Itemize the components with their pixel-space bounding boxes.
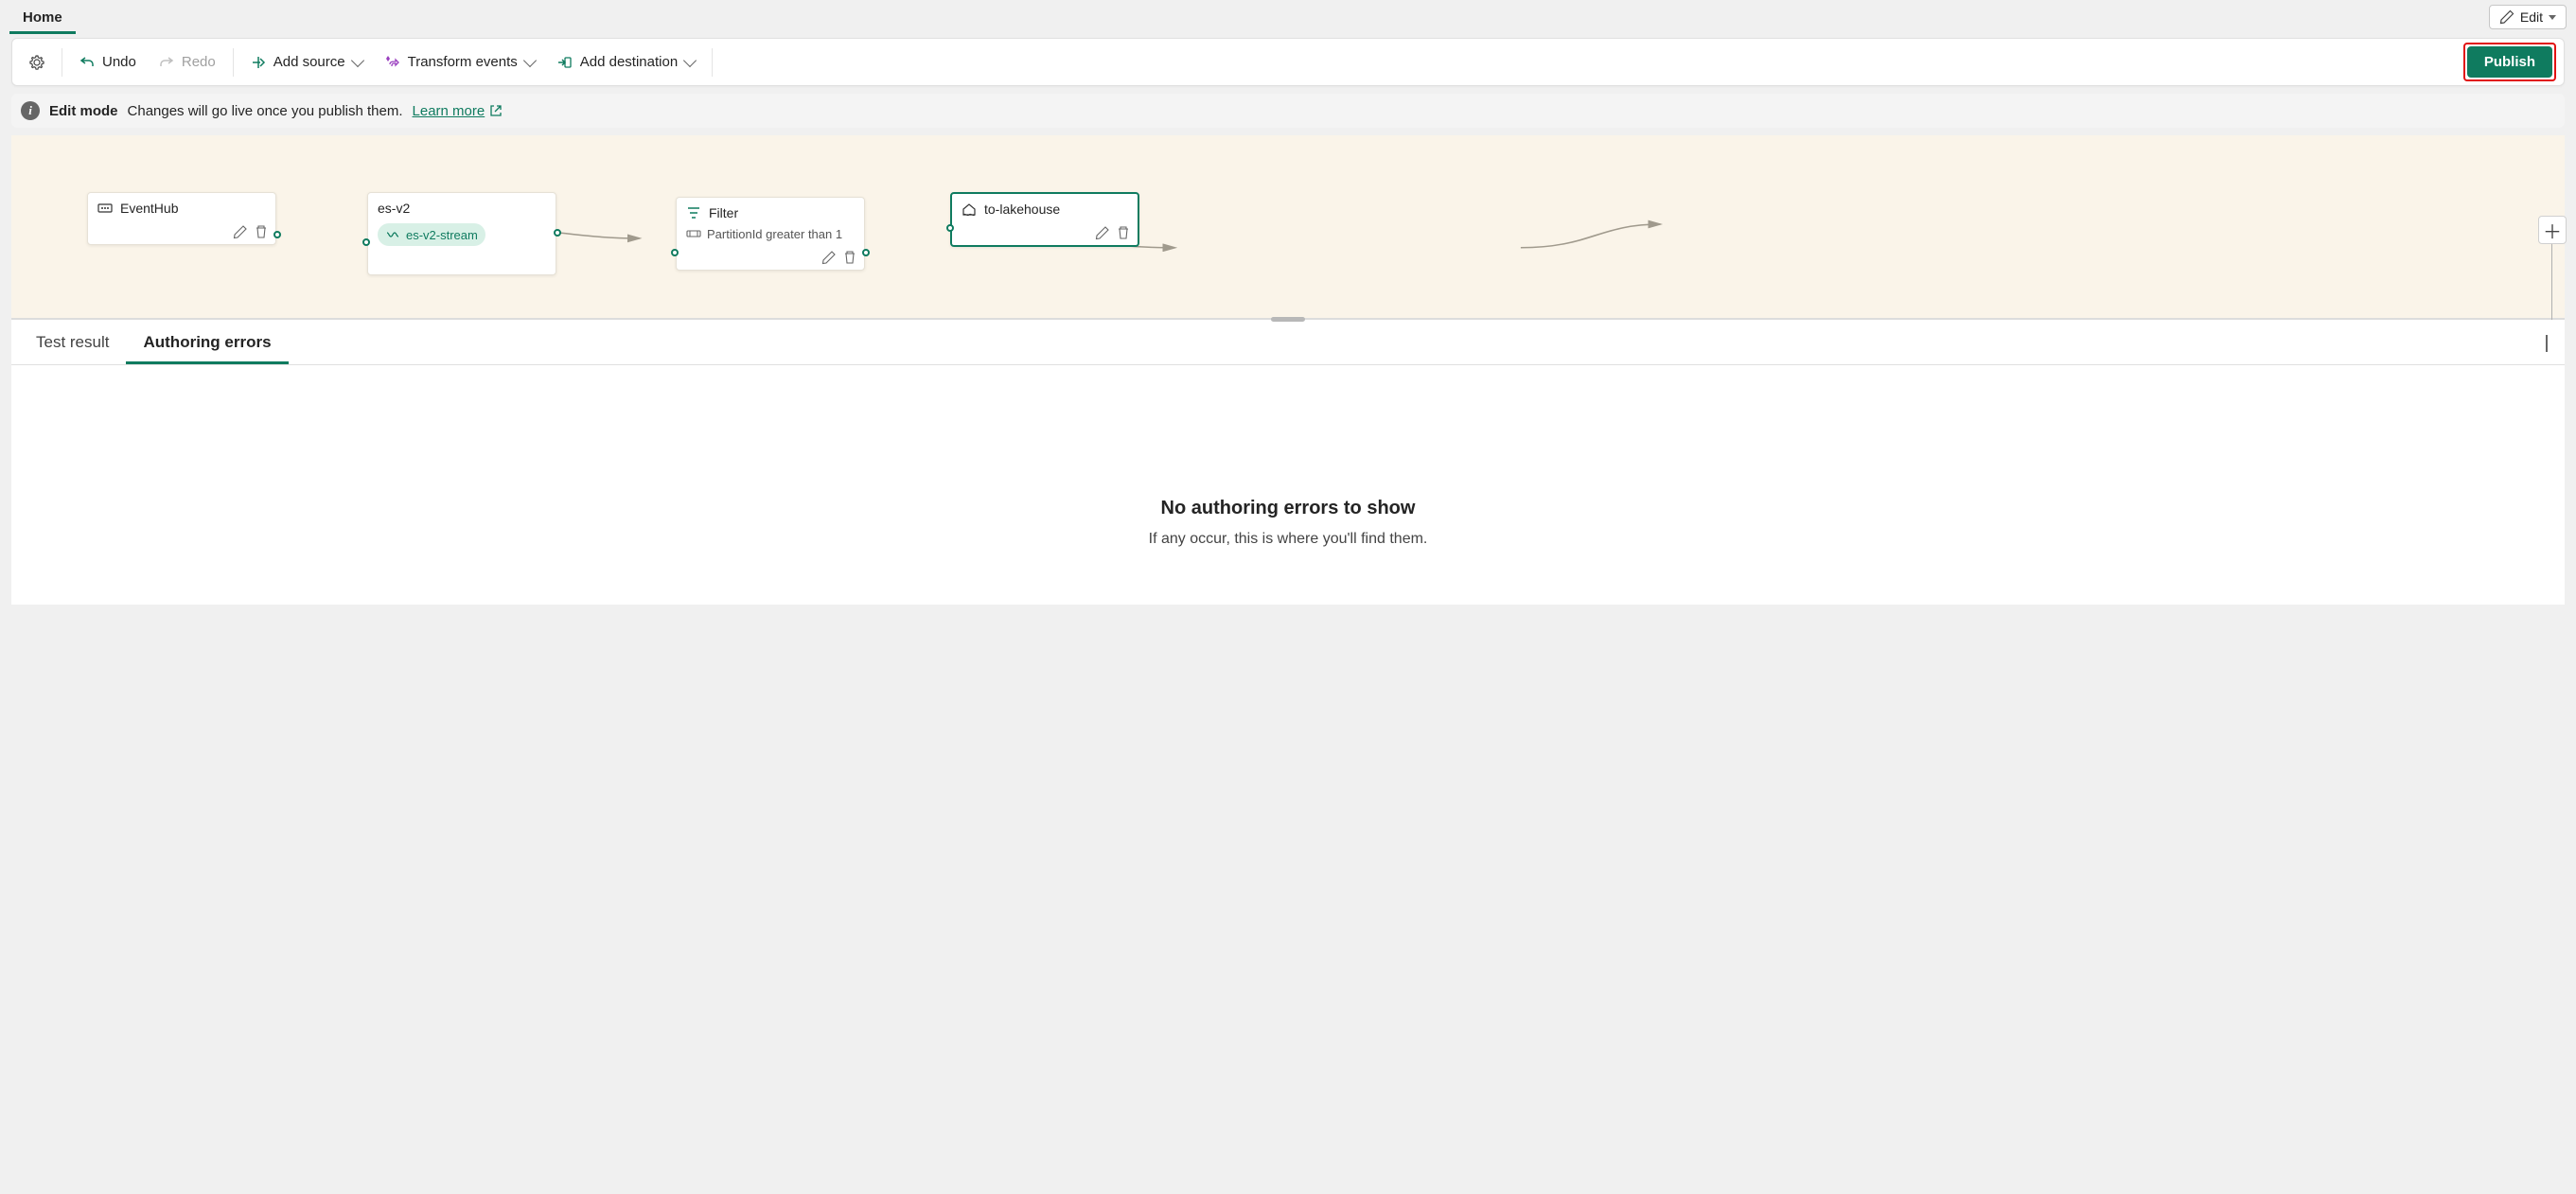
- publish-highlight: Publish: [2463, 43, 2556, 81]
- info-mode-label: Edit mode: [49, 103, 118, 119]
- empty-subtitle: If any occur, this is where you'll find …: [30, 531, 2546, 548]
- transform-events-button[interactable]: Transform events: [376, 48, 544, 76]
- undo-icon: [79, 55, 95, 70]
- learn-more-label: Learn more: [413, 103, 485, 119]
- stream-icon: [385, 227, 400, 242]
- info-icon: i: [21, 101, 40, 120]
- undo-label: Undo: [102, 54, 136, 70]
- add-destination-icon: [557, 55, 573, 70]
- separator: [233, 48, 234, 77]
- pencil-icon: [1095, 225, 1110, 240]
- delete-node-button[interactable]: [841, 249, 858, 266]
- pencil-icon: [233, 224, 248, 239]
- filter-rule: PartitionId greater than 1: [686, 226, 855, 241]
- port-in[interactable]: [946, 224, 954, 232]
- edit-node-button[interactable]: [820, 249, 838, 266]
- undo-button[interactable]: Undo: [70, 48, 146, 76]
- trash-icon: [842, 250, 857, 265]
- eventhub-icon: [97, 201, 113, 216]
- chevron-down-icon: [351, 53, 364, 66]
- learn-more-link[interactable]: Learn more: [413, 103, 504, 119]
- redo-icon: [159, 55, 174, 70]
- settings-button[interactable]: [20, 49, 54, 76]
- add-source-button[interactable]: Add source: [241, 48, 372, 76]
- chip-label: es-v2-stream: [406, 228, 478, 242]
- publish-button[interactable]: Publish: [2467, 46, 2552, 78]
- add-source-icon: [251, 55, 266, 70]
- rule-icon: [686, 226, 701, 241]
- add-line: [2551, 244, 2552, 320]
- tab-authoring-errors[interactable]: Authoring errors: [126, 320, 288, 364]
- plus-icon: ＋: [2543, 217, 2562, 244]
- info-bar: i Edit mode Changes will go live once yo…: [11, 94, 2565, 128]
- delete-node-button[interactable]: [1115, 224, 1132, 241]
- bottom-panel: Test result Authoring errors No authorin…: [11, 320, 2565, 605]
- collapse-panel-button[interactable]: [2536, 325, 2557, 360]
- add-destination-label: Add destination: [580, 54, 678, 70]
- info-message: Changes will go live once you publish th…: [128, 103, 403, 119]
- port-out[interactable]: [554, 229, 561, 237]
- empty-state: No authoring errors to show If any occur…: [11, 365, 2565, 605]
- caret-down-icon: [2549, 15, 2556, 20]
- tab-home[interactable]: Home: [9, 0, 76, 34]
- edit-label: Edit: [2520, 9, 2543, 25]
- edit-dropdown-button[interactable]: Edit: [2489, 5, 2567, 29]
- port-out[interactable]: [273, 231, 281, 238]
- node-eventhub[interactable]: EventHub: [87, 192, 276, 245]
- delete-node-button[interactable]: [253, 223, 270, 240]
- redo-label: Redo: [182, 54, 216, 70]
- toolbar: Undo Redo Add source Transform events Ad…: [11, 38, 2565, 86]
- lakehouse-icon: [962, 202, 977, 217]
- node-title: EventHub: [120, 201, 178, 216]
- separator: [712, 48, 713, 77]
- add-source-label: Add source: [273, 54, 345, 70]
- node-title: to-lakehouse: [984, 202, 1060, 217]
- pencil-icon: [821, 250, 837, 265]
- port-in[interactable]: [671, 249, 679, 256]
- port-out[interactable]: [862, 249, 870, 256]
- gear-icon: [29, 55, 44, 70]
- chevron-down-icon: [2546, 335, 2548, 352]
- panel-resize-handle[interactable]: [1271, 317, 1305, 322]
- port-in[interactable]: [362, 238, 370, 246]
- stream-chip: es-v2-stream: [378, 223, 485, 246]
- external-link-icon: [488, 103, 503, 118]
- transform-icon: [385, 55, 400, 70]
- edit-node-button[interactable]: [1094, 224, 1111, 241]
- trash-icon: [254, 224, 269, 239]
- tab-test-result[interactable]: Test result: [19, 320, 126, 364]
- node-destination[interactable]: to-lakehouse: [950, 192, 1139, 247]
- node-title: Filter: [709, 205, 738, 220]
- empty-title: No authoring errors to show: [30, 498, 2546, 519]
- redo-button: Redo: [150, 48, 225, 76]
- node-title: es-v2: [378, 201, 410, 216]
- edit-node-button[interactable]: [232, 223, 249, 240]
- chevron-down-icon: [523, 53, 537, 66]
- transform-label: Transform events: [408, 54, 518, 70]
- filter-icon: [686, 205, 701, 220]
- node-filter[interactable]: Filter PartitionId greater than 1: [676, 197, 865, 271]
- node-stream[interactable]: es-v2 es-v2-stream: [367, 192, 556, 275]
- rule-text: PartitionId greater than 1: [707, 227, 842, 241]
- trash-icon: [1116, 225, 1131, 240]
- pencil-icon: [2499, 9, 2514, 25]
- canvas[interactable]: EventHub es-v2 es-v2-stream Fil: [11, 135, 2565, 320]
- chevron-down-icon: [683, 53, 697, 66]
- add-destination-button[interactable]: Add destination: [548, 48, 704, 76]
- add-node-button[interactable]: ＋: [2538, 216, 2567, 244]
